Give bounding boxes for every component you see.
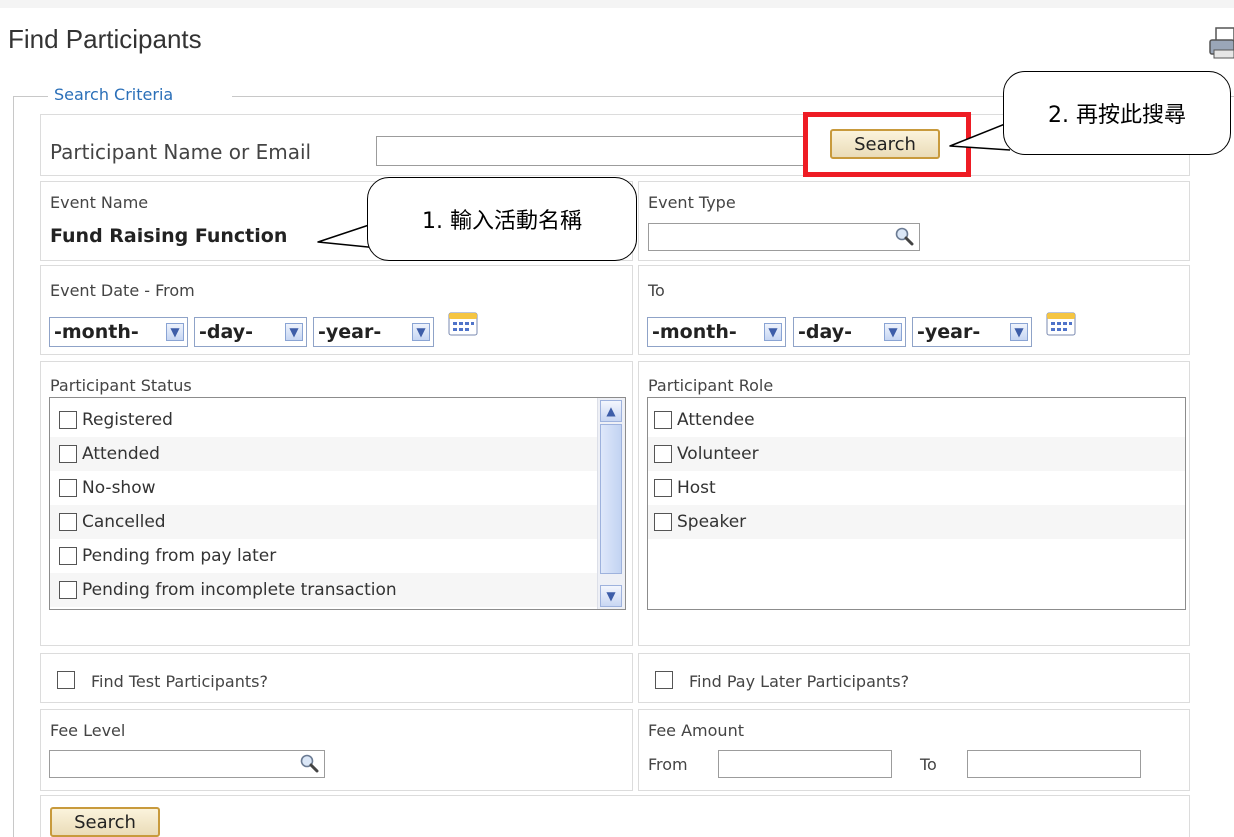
checkbox[interactable] (654, 445, 672, 463)
top-strip (0, 0, 1234, 8)
to-year-value: -year- (917, 321, 981, 343)
fee-amount-label: Fee Amount (648, 721, 744, 740)
calendar-icon[interactable] (1046, 310, 1076, 336)
page-title: Find Participants (8, 24, 202, 54)
fee-to-input[interactable] (967, 750, 1141, 778)
list-item[interactable]: Cancelled (50, 505, 598, 539)
from-year-value: -year- (318, 321, 382, 343)
from-year-select[interactable]: -year- ▼ (313, 317, 434, 347)
list-item[interactable]: Attendee (648, 403, 1185, 437)
list-item[interactable]: Speaker (648, 505, 1185, 539)
callout-step2: 2. 再按此搜尋 (1003, 71, 1231, 155)
chevron-down-icon: ▼ (884, 323, 902, 341)
event-type-search-icon[interactable] (894, 226, 914, 246)
search-criteria-legend: Search Criteria (53, 85, 175, 104)
checkbox[interactable] (59, 581, 77, 599)
role-option-label: Attendee (677, 410, 755, 430)
status-option-label: Pending from pay later (82, 546, 277, 566)
from-month-value: -month- (54, 321, 139, 343)
participant-name-input[interactable] (376, 136, 804, 166)
list-item[interactable]: Host (648, 471, 1185, 505)
list-item[interactable]: Pending from incomplete transaction (50, 573, 598, 607)
list-item[interactable]: Attended (50, 437, 598, 471)
fee-level-label: Fee Level (50, 721, 126, 740)
event-type-input[interactable] (648, 223, 920, 251)
checkbox[interactable] (59, 513, 77, 531)
to-month-select[interactable]: -month- ▼ (647, 317, 786, 347)
checkbox[interactable] (59, 479, 77, 497)
scroll-thumb[interactable] (600, 424, 622, 574)
search-highlight-box (803, 112, 971, 177)
to-day-select[interactable]: -day- ▼ (793, 317, 906, 347)
checkbox[interactable] (654, 411, 672, 429)
checkbox[interactable] (59, 411, 77, 429)
event-type-label: Event Type (648, 193, 736, 212)
list-item[interactable]: Registered (50, 403, 598, 437)
participant-role-label: Participant Role (648, 376, 774, 395)
role-option-label: Speaker (677, 512, 747, 532)
participant-name-label: Participant Name or Email (50, 140, 312, 164)
list-item[interactable]: Volunteer (648, 437, 1185, 471)
fieldset-border-top-left (13, 96, 48, 97)
event-name-value[interactable]: Fund Raising Function (50, 225, 287, 247)
fee-level-search-icon[interactable] (299, 753, 319, 773)
to-day-value: -day- (798, 321, 852, 343)
to-month-value: -month- (652, 321, 737, 343)
fieldset-border-left (13, 96, 14, 837)
chevron-down-icon: ▼ (412, 323, 430, 341)
status-option-label: No-show (82, 478, 156, 498)
scroll-down-icon[interactable]: ▼ (600, 585, 622, 607)
event-date-from-label: Event Date - From (50, 281, 195, 300)
event-name-label: Event Name (50, 193, 149, 212)
find-pay-later-label: Find Pay Later Participants? (689, 672, 910, 691)
checkbox[interactable] (654, 513, 672, 531)
event-date-to-label: To (648, 281, 665, 300)
find-test-label: Find Test Participants? (91, 672, 268, 691)
chevron-down-icon: ▼ (166, 323, 184, 341)
checkbox[interactable] (59, 445, 77, 463)
find-test-checkbox[interactable] (57, 671, 75, 689)
from-day-select[interactable]: -day- ▼ (194, 317, 307, 347)
fee-from-label: From (648, 755, 688, 774)
checkbox[interactable] (59, 547, 77, 565)
role-option-label: Host (677, 478, 716, 498)
callout-2-tail (949, 121, 1011, 151)
fee-from-input[interactable] (718, 750, 892, 778)
participant-status-label: Participant Status (50, 376, 192, 395)
chevron-down-icon: ▼ (1010, 323, 1028, 341)
status-option-label: Attended (82, 444, 160, 464)
checkbox[interactable] (654, 479, 672, 497)
status-option-label: Pending from incomplete transaction (82, 580, 397, 600)
calendar-icon[interactable] (448, 310, 478, 336)
participant-role-list[interactable]: Attendee Volunteer Host Speaker (647, 397, 1186, 610)
status-option-label: Cancelled (82, 512, 166, 532)
from-day-value: -day- (199, 321, 253, 343)
list-item[interactable]: Pending from pay later (50, 539, 598, 573)
participant-status-list[interactable]: Registered Attended No-show Cancelled Pe… (49, 397, 626, 610)
list-item[interactable]: No-show (50, 471, 598, 505)
callout-step1: 1. 輸入活動名稱 (367, 177, 637, 261)
fee-to-label: To (920, 755, 937, 774)
print-icon[interactable] (1208, 24, 1234, 64)
chevron-down-icon: ▼ (764, 323, 782, 341)
to-year-select[interactable]: -year- ▼ (912, 317, 1032, 347)
bottom-search-row (40, 795, 1190, 837)
from-month-select[interactable]: -month- ▼ (49, 317, 188, 347)
role-option-label: Volunteer (677, 444, 759, 464)
search-button-bottom[interactable]: Search (50, 807, 160, 837)
status-option-label: Registered (82, 410, 173, 430)
find-pay-later-checkbox[interactable] (655, 671, 673, 689)
fee-level-input[interactable] (49, 750, 325, 778)
chevron-down-icon: ▼ (285, 323, 303, 341)
status-list-scrollbar[interactable]: ▲ ▼ (597, 398, 625, 609)
scroll-up-icon[interactable]: ▲ (600, 400, 622, 422)
